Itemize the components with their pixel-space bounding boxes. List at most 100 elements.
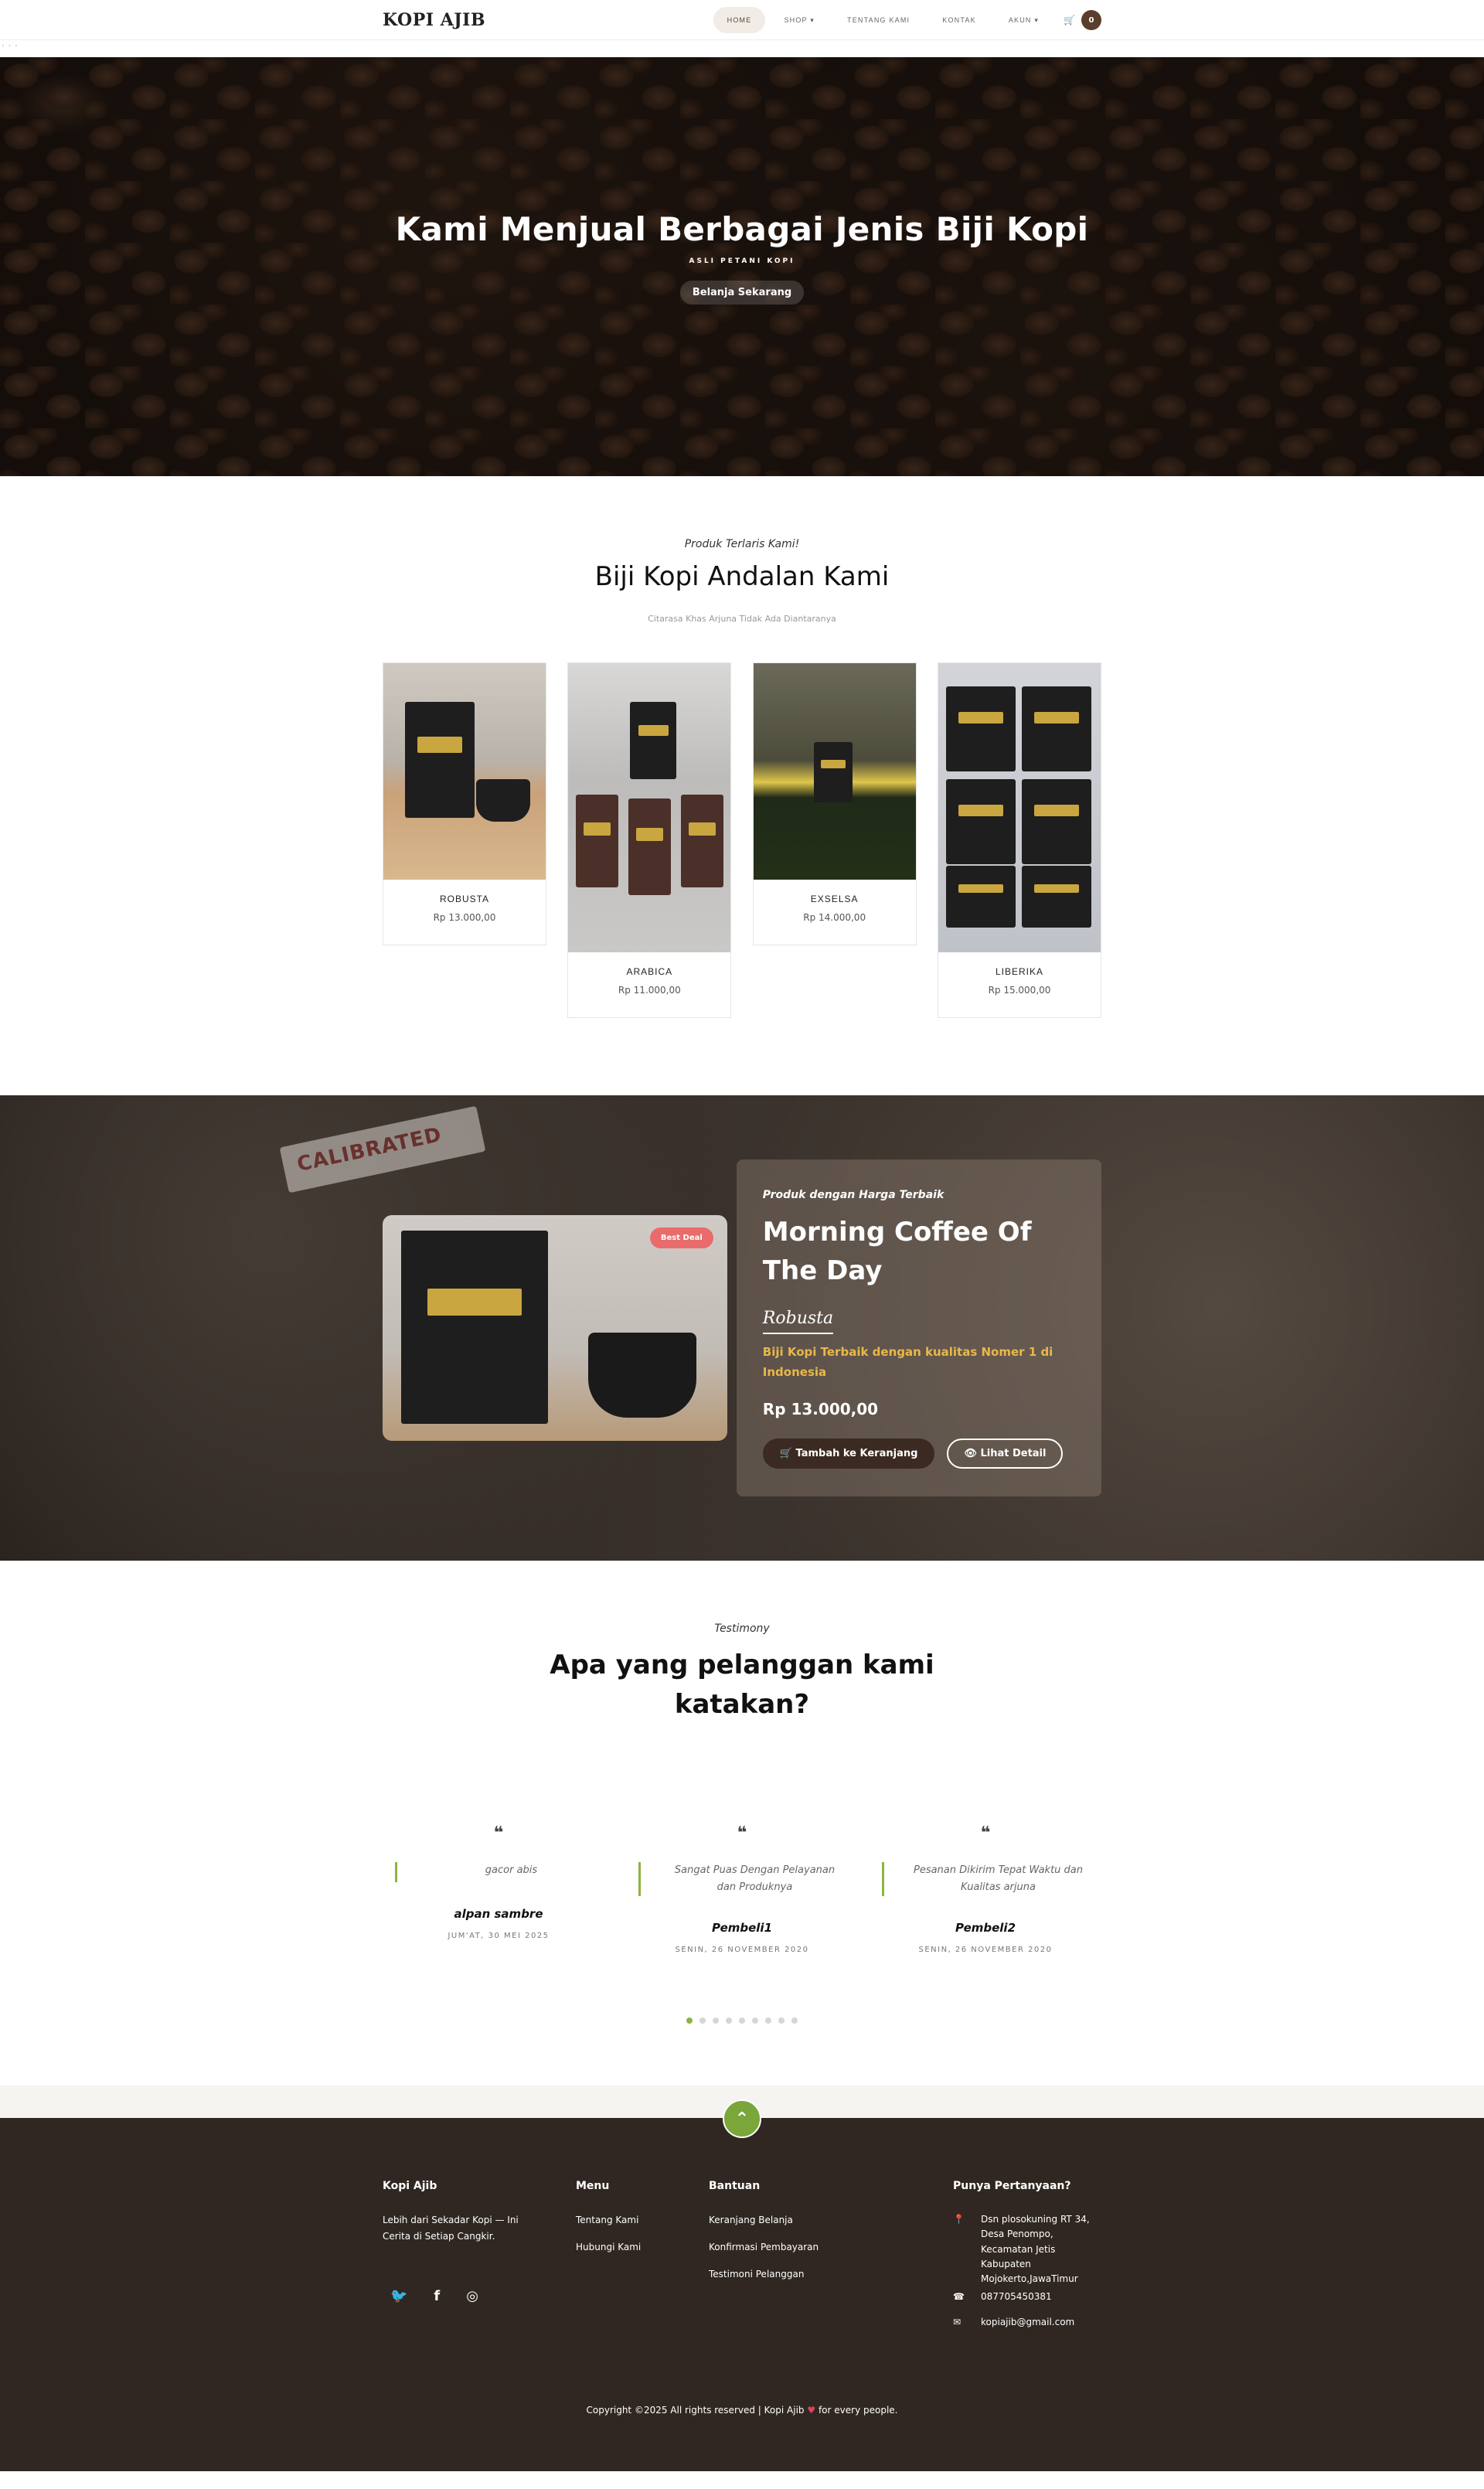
hero-subtitle: ASLI PETANI KOPI: [689, 257, 795, 265]
footer-link-testimonials[interactable]: Testimoni Pelanggan: [709, 2266, 953, 2283]
product-price: Rp 14.000,00: [803, 912, 866, 923]
product-image[interactable]: [753, 663, 916, 880]
cart-icon: 🛒: [1064, 15, 1075, 26]
footer-email[interactable]: kopiajib@gmail.com: [981, 2315, 1074, 2330]
add-to-cart-button[interactable]: 🛒 Tambah ke Keranjang: [762, 1438, 935, 1469]
featured-product-image[interactable]: Best Deal: [383, 1215, 727, 1441]
feature-tagline: Biji Kopi Terbaik dengan kualitas Nomer …: [762, 1345, 1053, 1380]
view-detail-button[interactable]: 👁 Lihat Detail: [947, 1438, 1064, 1469]
footer-help-title: Bantuan: [709, 2180, 761, 2193]
footer-menu: Menu Tentang Kami Hubungi Kami: [576, 2180, 709, 2330]
social-links: 🐦 f ◎: [383, 2288, 576, 2304]
testimonial-date: SENIN, 26 NOVEMBER 2020: [675, 1946, 809, 1955]
testimonial-card: ❝ Pesanan Dikirim Tepat Waktu dan Kualit…: [870, 1823, 1101, 1954]
testimonial-card: ❝ Sangat Puas Dengan Pelayanan dan Produ…: [626, 1823, 858, 1954]
products-description: Citarasa Khas Arjuna Tidak Ada Diantaran…: [648, 614, 836, 624]
nav-about[interactable]: TENTANG KAMI: [833, 7, 924, 33]
shop-now-button[interactable]: Belanja Sekarang: [679, 281, 805, 305]
footer-help: Bantuan Keranjang Belanja Konfirmasi Pem…: [709, 2180, 953, 2330]
instagram-icon[interactable]: ◎: [466, 2288, 478, 2304]
chevron-up-icon: ⌃: [734, 2109, 750, 2129]
twitter-icon[interactable]: 🐦: [390, 2288, 407, 2304]
testimony-title: Apa yang pelanggan kami katakan?: [550, 1650, 934, 1720]
product-card-exselsa[interactable]: EXSELSA Rp 14.000,00: [752, 662, 917, 945]
footer-address: Dsn plosokuning RT 34, Desa Penompo, Kec…: [981, 2214, 1090, 2284]
carousel-dot[interactable]: [765, 2017, 771, 2024]
location-icon: 📍: [953, 2214, 965, 2225]
product-name[interactable]: EXSELSA: [754, 894, 916, 904]
heart-icon: ♥: [807, 2404, 816, 2416]
testimony-eyebrow: Testimony: [714, 1622, 770, 1635]
feature-eyebrow: Produk dengan Harga Terbaik: [762, 1189, 945, 1202]
testimonial-text: Sangat Puas Dengan Pelayanan dan Produkn…: [638, 1862, 846, 1897]
carousel-dot[interactable]: [699, 2017, 706, 2024]
testimonial-carousel[interactable]: ❝ gacor abis alpan sambre JUM'AT, 30 MEI…: [383, 1823, 1101, 1954]
hero-banner: Kami Menjual Berbagai Jenis Biji Kopi AS…: [0, 57, 1484, 476]
nav-shop[interactable]: SHOP ▾: [770, 7, 829, 34]
featured-product-section: CALIBRATED Best Deal Produk dengan Harga…: [0, 1095, 1484, 1561]
cart-button[interactable]: 🛒 0: [1064, 10, 1101, 30]
coffee-cup-icon: [587, 1333, 696, 1418]
footer-contact-title: Punya Pertanyaan?: [953, 2180, 1071, 2193]
footer-link-contact[interactable]: Hubungi Kami: [576, 2239, 709, 2256]
carousel-dot[interactable]: [778, 2017, 785, 2024]
featured-product-card: Produk dengan Harga Terbaik Morning Coff…: [736, 1159, 1101, 1496]
nav-home[interactable]: HOME: [713, 7, 766, 33]
testimonial-author: Pembeli1: [711, 1921, 773, 1936]
carousel-dot[interactable]: [752, 2017, 758, 2024]
top-navbar: KOPI AJIB HOME SHOP ▾ TENTANG KAMI KONTA…: [0, 0, 1484, 40]
footer-link-about[interactable]: Tentang Kami: [576, 2212, 709, 2229]
testimonial-author: Pembeli2: [955, 1921, 1016, 1936]
quote-icon: ❝: [980, 1823, 991, 1843]
carousel-dot[interactable]: [791, 2017, 798, 2024]
product-name[interactable]: ROBUSTA: [383, 894, 546, 904]
carousel-dot[interactable]: [726, 2017, 732, 2024]
cart-count-badge: 0: [1081, 10, 1101, 30]
footer-contact: Punya Pertanyaan? 📍 Dsn plosokuning RT 3…: [953, 2180, 1101, 2330]
footer-about-title: Kopi Ajib: [383, 2180, 437, 2193]
copyright-suffix: for every people.: [818, 2404, 898, 2416]
quote-icon: ❝: [493, 1823, 504, 1843]
footer-link-cart[interactable]: Keranjang Belanja: [709, 2212, 953, 2229]
product-image[interactable]: [568, 663, 731, 952]
product-price: Rp 11.000,00: [618, 985, 681, 996]
footer-link-payment-confirm[interactable]: Konfirmasi Pembayaran: [709, 2239, 953, 2256]
testimonial-text: gacor abis: [395, 1862, 602, 1882]
carousel-dot[interactable]: [713, 2017, 719, 2024]
main-menu: HOME SHOP ▾ TENTANG KAMI KONTAK AKUN ▾ 🛒…: [713, 7, 1101, 34]
products-section: Produk Terlaris Kami! Biji Kopi Andalan …: [0, 476, 1484, 1095]
copyright: Copyright ©2025 All rights reserved | Ko…: [0, 2405, 1484, 2416]
product-card-robusta[interactable]: ROBUSTA Rp 13.000,00: [383, 662, 546, 945]
scroll-to-top-button[interactable]: ⌃: [723, 2099, 761, 2139]
product-price: Rp 15.000,00: [988, 985, 1051, 996]
product-image[interactable]: [938, 663, 1101, 952]
product-card-liberika[interactable]: LIBERIKA Rp 15.000,00: [937, 662, 1101, 1018]
footer-menu-title: Menu: [576, 2180, 610, 2193]
feature-title: Morning Coffee Of The Day: [762, 1217, 1032, 1286]
testimonial-date: JUM'AT, 30 MEI 2025: [448, 1932, 550, 1940]
best-deal-badge: Best Deal: [649, 1227, 713, 1248]
product-name[interactable]: ARABICA: [568, 966, 730, 977]
carousel-dot[interactable]: [686, 2017, 693, 2024]
nav-contact[interactable]: KONTAK: [928, 7, 990, 33]
products-eyebrow: Produk Terlaris Kami!: [684, 538, 800, 550]
testimonial-section: Testimony Apa yang pelanggan kami kataka…: [0, 1561, 1484, 2086]
product-price: Rp 13.000,00: [433, 912, 496, 923]
nav-account[interactable]: AKUN ▾: [995, 7, 1053, 34]
product-name[interactable]: LIBERIKA: [938, 966, 1101, 977]
product-grid: ROBUSTA Rp 13.000,00 ARABICA Rp 11.000,0…: [383, 662, 1101, 1018]
feature-price: Rp 13.000,00: [762, 1399, 879, 1418]
phone-icon: ☎: [953, 2291, 965, 2303]
carousel-dot[interactable]: [739, 2017, 745, 2024]
testimonial-author: alpan sambre: [454, 1907, 543, 1921]
hero-title: Kami Menjual Berbagai Jenis Biji Kopi: [395, 210, 1089, 248]
products-title: Biji Kopi Andalan Kami: [594, 561, 890, 592]
product-card-arabica[interactable]: ARABICA Rp 11.000,00: [567, 662, 732, 1018]
product-image[interactable]: [383, 663, 546, 880]
site-footer: ⌃ Kopi Ajib Lebih dari Sekadar Kopi — In…: [0, 2099, 1484, 2471]
carousel-dots: [0, 2017, 1484, 2024]
footer-phone[interactable]: 087705450381: [981, 2290, 1052, 2304]
brand-logo[interactable]: KOPI AJIB: [383, 10, 485, 30]
email-icon: ✉: [953, 2317, 962, 2328]
facebook-icon[interactable]: f: [434, 2288, 440, 2304]
